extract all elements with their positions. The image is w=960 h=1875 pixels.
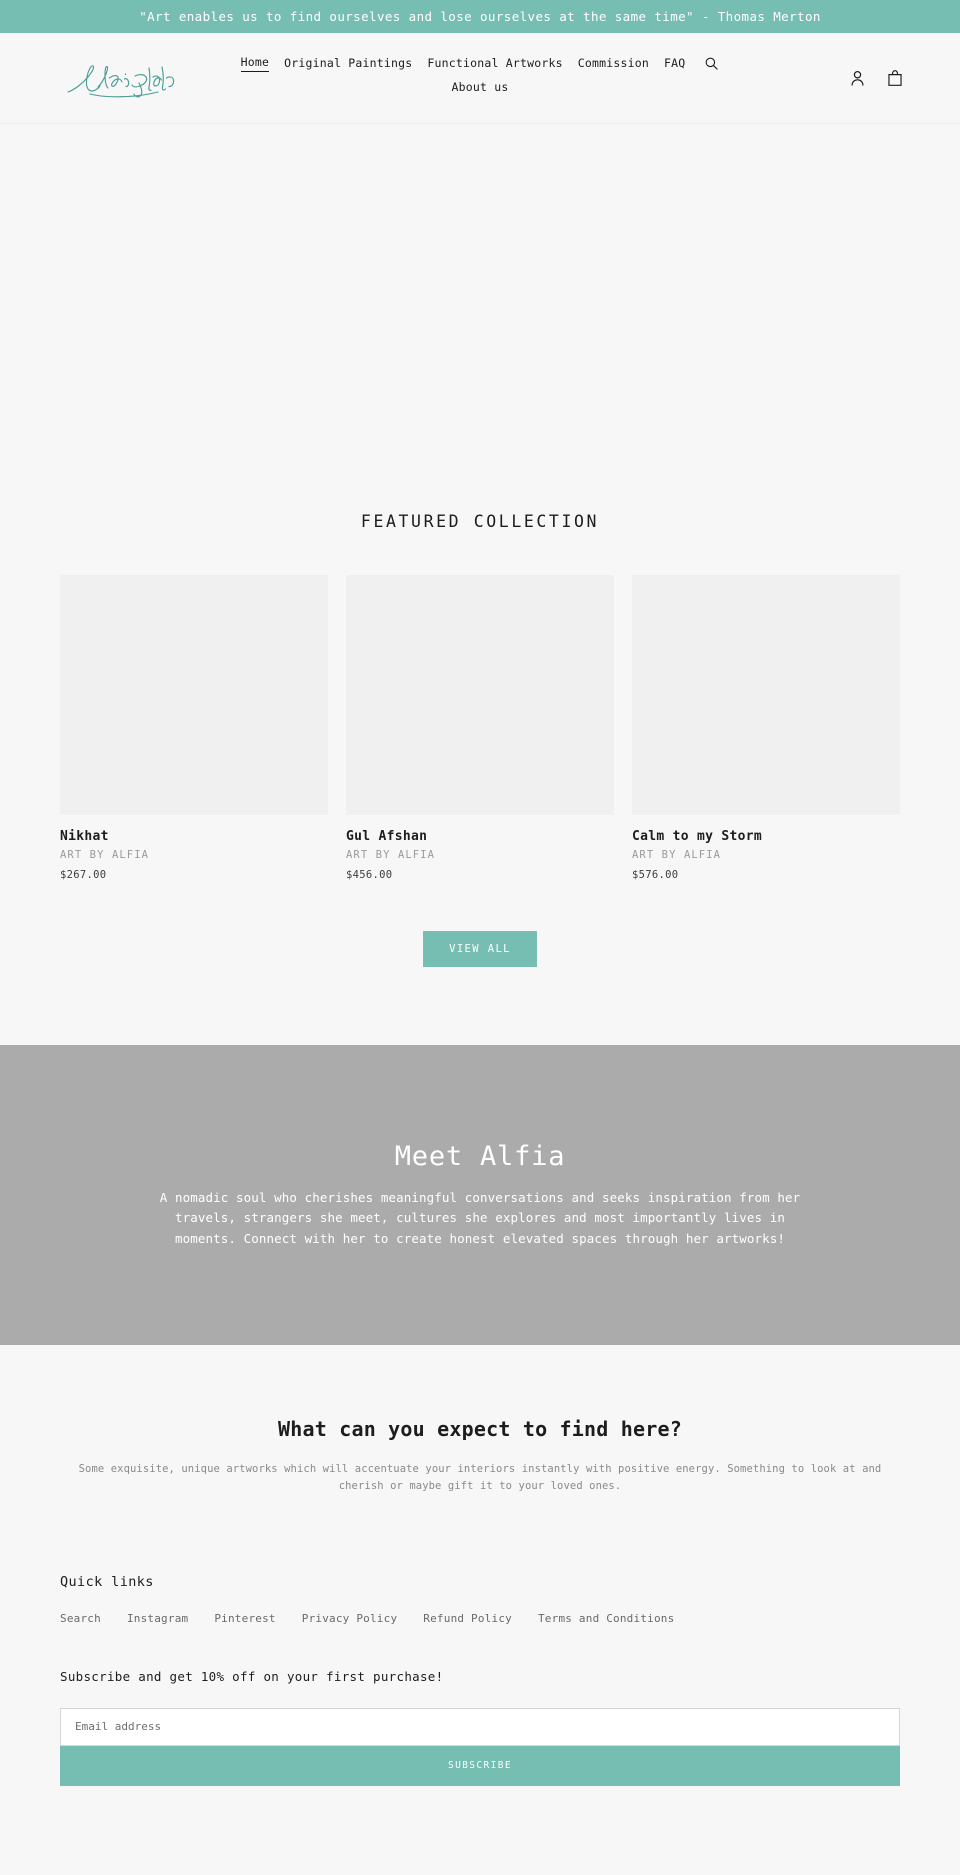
quick-link-terms-and-conditions[interactable]: Terms and Conditions	[538, 1612, 674, 1625]
site-header: Home Original Paintings Functional Artwo…	[0, 33, 960, 124]
featured-collection-title: FEATURED COLLECTION	[360, 512, 600, 531]
product-image[interactable]	[632, 575, 900, 815]
nav-item-about-us[interactable]: About us	[452, 80, 509, 96]
quick-link-refund-policy[interactable]: Refund Policy	[423, 1612, 512, 1625]
cart-icon	[888, 70, 902, 86]
expect-title: What can you expect to find here?	[278, 1417, 682, 1441]
product-card[interactable]: Gul Afshan ART BY ALFIA $456.00	[346, 575, 614, 881]
product-title: Nikhat	[60, 829, 109, 844]
nav-item-home[interactable]: Home	[240, 55, 270, 72]
product-card[interactable]: Calm to my Storm ART BY ALFIA $576.00	[632, 575, 900, 881]
product-vendor: ART BY ALFIA	[632, 849, 722, 861]
expect-section: What can you expect to find here? Some e…	[0, 1345, 960, 1496]
hero-banner	[0, 124, 960, 454]
product-price: $456.00	[346, 869, 393, 881]
newsletter-heading: Subscribe and get 10% off on your first …	[60, 1668, 444, 1684]
nav-item-original-paintings[interactable]: Original Paintings	[284, 56, 412, 72]
site-logo[interactable]	[60, 54, 180, 102]
product-vendor: ART BY ALFIA	[346, 849, 436, 861]
quick-link-instagram[interactable]: Instagram	[127, 1612, 188, 1625]
product-title: Gul Afshan	[346, 829, 428, 844]
product-vendor: ART BY ALFIA	[60, 849, 150, 861]
quick-links-list: Search Instagram Pinterest Privacy Polic…	[60, 1612, 900, 1625]
nav-item-functional-artworks[interactable]: Functional Artworks	[427, 56, 562, 72]
meet-alfia-title: Meet Alfia	[394, 1140, 566, 1172]
nav-row-secondary: About us	[220, 80, 740, 96]
announcement-bar: "Art enables us to find ourselves and lo…	[0, 0, 960, 33]
header-icon-group	[847, 67, 905, 89]
meet-alfia-section: Meet Alfia A nomadic soul who cherishes …	[0, 1045, 960, 1345]
featured-collection-section: FEATURED COLLECTION Nikhat ART BY ALFIA …	[0, 454, 960, 1045]
nav-item-faq[interactable]: FAQ	[664, 56, 685, 72]
announcement-text: "Art enables us to find ourselves and lo…	[139, 9, 821, 24]
product-price: $576.00	[632, 869, 679, 881]
quick-links-heading: Quick links	[60, 1573, 154, 1590]
search-button[interactable]	[700, 56, 719, 71]
product-price: $267.00	[60, 869, 107, 881]
cart-button[interactable]	[885, 67, 905, 89]
expect-body: Some exquisite, unique artworks which wi…	[78, 1463, 882, 1493]
subscribe-button[interactable]: SUBSCRIBE	[60, 1745, 900, 1786]
quick-link-pinterest[interactable]: Pinterest	[214, 1612, 275, 1625]
nav-item-commission[interactable]: Commission	[578, 56, 649, 72]
quick-link-privacy-policy[interactable]: Privacy Policy	[302, 1612, 398, 1625]
main-navigation: Home Original Paintings Functional Artwo…	[220, 33, 740, 96]
newsletter-section: Subscribe and get 10% off on your first …	[60, 1669, 900, 1786]
view-all-container: VIEW ALL	[0, 931, 960, 1045]
product-image[interactable]	[346, 575, 614, 815]
email-field[interactable]	[60, 1707, 900, 1746]
quick-link-search[interactable]: Search	[60, 1612, 101, 1625]
search-icon	[705, 57, 719, 70]
product-title: Calm to my Storm	[632, 829, 763, 844]
product-card[interactable]: Nikhat ART BY ALFIA $267.00	[60, 575, 328, 881]
product-image[interactable]	[60, 575, 328, 815]
account-button[interactable]	[847, 67, 867, 89]
product-grid: Nikhat ART BY ALFIA $267.00 Gul Afshan A…	[0, 575, 960, 881]
account-icon	[850, 70, 864, 86]
view-all-button[interactable]: VIEW ALL	[423, 931, 537, 967]
newsletter-form: SUBSCRIBE	[60, 1707, 900, 1786]
nav-row-primary: Home Original Paintings Functional Artwo…	[220, 55, 740, 72]
site-footer: Quick links Search Instagram Pinterest P…	[0, 1495, 960, 1786]
meet-alfia-body: A nomadic soul who cherishes meaningful …	[159, 1189, 801, 1246]
logo-script-icon	[67, 65, 175, 98]
